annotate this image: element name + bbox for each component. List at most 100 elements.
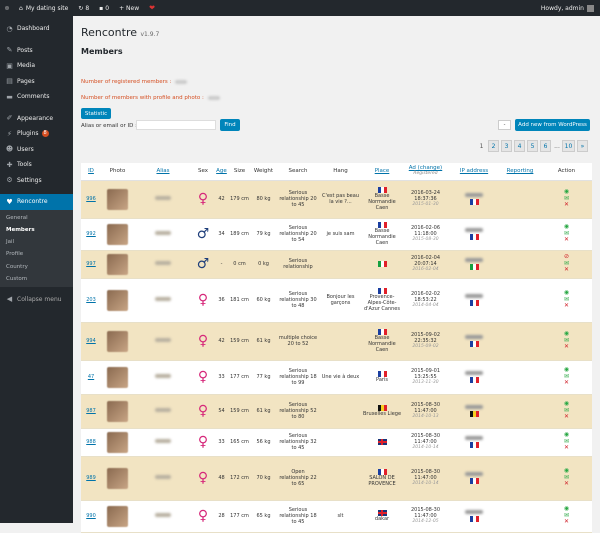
action-select[interactable]: -	[498, 120, 511, 130]
member-id-link[interactable]: 989	[86, 475, 96, 481]
pagination-page[interactable]: 6	[540, 140, 551, 152]
pagination-ellipsis: ...	[554, 142, 560, 150]
member-id-link[interactable]: 996	[86, 196, 96, 202]
sidebar-item-rencontre[interactable]: ♥ Rencontre	[0, 194, 73, 210]
member-actions: ⊘ ✉ ✕	[541, 254, 592, 274]
sidebar-item-comments[interactable]: ▬ Comments	[0, 89, 73, 105]
member-id-link[interactable]: 992	[86, 231, 96, 237]
member-photo[interactable]	[107, 289, 128, 311]
member-reporting	[499, 360, 541, 395]
submenu-custom[interactable]: Custom	[0, 273, 73, 285]
ip-country-flag-icon	[469, 478, 479, 484]
delete-icon[interactable]: ✕	[564, 445, 569, 452]
column-alias[interactable]: Alias	[156, 168, 169, 174]
submenu-general[interactable]: General	[0, 212, 73, 224]
member-id-link[interactable]: 997	[86, 261, 96, 267]
pagination-next[interactable]: »	[577, 140, 588, 152]
comment-bubble-icon: ▪	[99, 4, 104, 12]
wordpress-logo-icon[interactable]: W	[0, 1, 14, 15]
column-ip[interactable]: IP address	[460, 168, 488, 174]
updates-link[interactable]: ↻ 8	[73, 0, 94, 16]
sidebar-item-settings[interactable]: ⚙ Settings	[0, 173, 73, 189]
member-id-link[interactable]: 987	[86, 408, 96, 414]
submenu-country[interactable]: Country	[0, 261, 73, 273]
comments-link[interactable]: ▪ 0	[94, 0, 114, 16]
pagination-page[interactable]: 10	[562, 140, 575, 152]
column-place[interactable]: Place	[375, 168, 390, 174]
delete-icon[interactable]: ✕	[564, 380, 569, 387]
member-id-link[interactable]: 47	[88, 374, 94, 380]
add-new-from-wordpress-button[interactable]: Add new from WordPress	[515, 119, 590, 131]
rencontre-submenu: General Members Jail Profile Country Cus…	[0, 209, 73, 288]
member-id-link[interactable]: 994	[86, 338, 96, 344]
account-menu[interactable]: Howdy, admin	[536, 0, 600, 16]
member-weight: 65 kg	[250, 500, 277, 533]
member-registered-date: 2015-09-02	[412, 344, 439, 350]
pagination-page[interactable]: 3	[501, 140, 512, 152]
male-icon: ♂	[196, 226, 210, 242]
member-photo[interactable]	[107, 505, 128, 527]
member-photo[interactable]	[107, 253, 128, 275]
statistic-button[interactable]: Statistic	[81, 108, 111, 119]
sidebar-item-tools[interactable]: ✚ Tools	[0, 157, 73, 173]
member-search: Serious relationship	[277, 250, 319, 279]
updates-count: 8	[85, 4, 90, 12]
member-photo[interactable]	[107, 467, 128, 489]
delete-icon[interactable]: ✕	[564, 414, 569, 421]
site-name-link[interactable]: ⌂ My dating site	[14, 0, 73, 16]
member-place-cell: Provence-Alpes-Côte-d'Azur Cannes	[362, 278, 402, 323]
column-reporting[interactable]: Reporting	[507, 168, 534, 174]
member-id-link[interactable]: 203	[86, 297, 96, 303]
member-place-cell: Bruxelles Liege	[362, 394, 402, 429]
collapse-menu-button[interactable]: ◀ Collapse menu	[0, 291, 73, 307]
submenu-members[interactable]: Members	[0, 224, 73, 236]
sidebar-item-media[interactable]: ▣ Media	[0, 58, 73, 74]
find-button[interactable]: Find	[220, 119, 240, 131]
table-header-row: ID Photo Alias Sex Age Size Weight Searc…	[81, 163, 592, 181]
new-content-link[interactable]: + New	[114, 0, 144, 16]
submenu-jail[interactable]: Jail	[0, 236, 73, 248]
column-id[interactable]: ID	[88, 168, 94, 174]
member-ad-cell: 2016-03-24 18:37:36 2015-01-30	[402, 180, 449, 219]
member-photo[interactable]	[107, 366, 128, 388]
sidebar-item-appearance[interactable]: ✐ Appearance	[0, 111, 73, 127]
sidebar-item-plugins[interactable]: ⚡ Plugins 8	[0, 126, 73, 142]
delete-icon[interactable]: ✕	[564, 237, 569, 244]
member-photo[interactable]	[107, 188, 128, 210]
delete-icon[interactable]: ✕	[564, 202, 569, 209]
pagination-page[interactable]: 2	[488, 140, 499, 152]
delete-icon[interactable]: ✕	[564, 481, 569, 488]
ip-country-flag-icon	[469, 411, 479, 417]
column-hang: Hang	[319, 163, 362, 181]
plugin-heart-icon[interactable]: ❤	[144, 0, 160, 16]
delete-icon[interactable]: ✕	[564, 267, 569, 274]
member-photo[interactable]	[107, 400, 128, 422]
member-ad-cell: 2015-08-30 11:47:00 2014-10-14	[402, 456, 449, 501]
member-search: multiple choice 20 to 52	[277, 322, 319, 361]
member-id-link[interactable]: 990	[86, 513, 96, 519]
sidebar-item-dashboard[interactable]: ◔ Dashboard	[0, 21, 73, 37]
column-search: Search	[277, 163, 319, 181]
member-id-link[interactable]: 988	[86, 439, 96, 445]
member-photo[interactable]	[107, 330, 128, 352]
member-photo[interactable]	[107, 223, 128, 245]
pagination-page[interactable]: 5	[527, 140, 538, 152]
sidebar-item-users[interactable]: ☻ Users	[0, 142, 73, 158]
search-input[interactable]	[136, 120, 216, 130]
member-ad-cell: 2015-09-02 22:35:32 2015-09-02	[402, 322, 449, 361]
column-action: Action	[541, 163, 592, 181]
delete-icon[interactable]: ✕	[564, 303, 569, 310]
sidebar-item-posts[interactable]: ✎ Posts	[0, 43, 73, 59]
member-ad-date: 2016-03-24 18:37:36	[410, 189, 441, 202]
member-reporting	[499, 394, 541, 429]
submenu-profile[interactable]: Profile	[0, 248, 73, 260]
sidebar-item-pages[interactable]: ▤ Pages	[0, 74, 73, 90]
pagination-page[interactable]: 4	[514, 140, 525, 152]
members-table: ID Photo Alias Sex Age Size Weight Searc…	[81, 163, 592, 533]
member-size: 0 cm	[229, 250, 250, 279]
column-age[interactable]: Age	[216, 168, 227, 174]
member-weight: 0 kg	[250, 250, 277, 279]
male-icon: ♂	[196, 256, 210, 272]
member-photo[interactable]	[107, 431, 128, 453]
delete-icon[interactable]: ✕	[564, 344, 569, 351]
